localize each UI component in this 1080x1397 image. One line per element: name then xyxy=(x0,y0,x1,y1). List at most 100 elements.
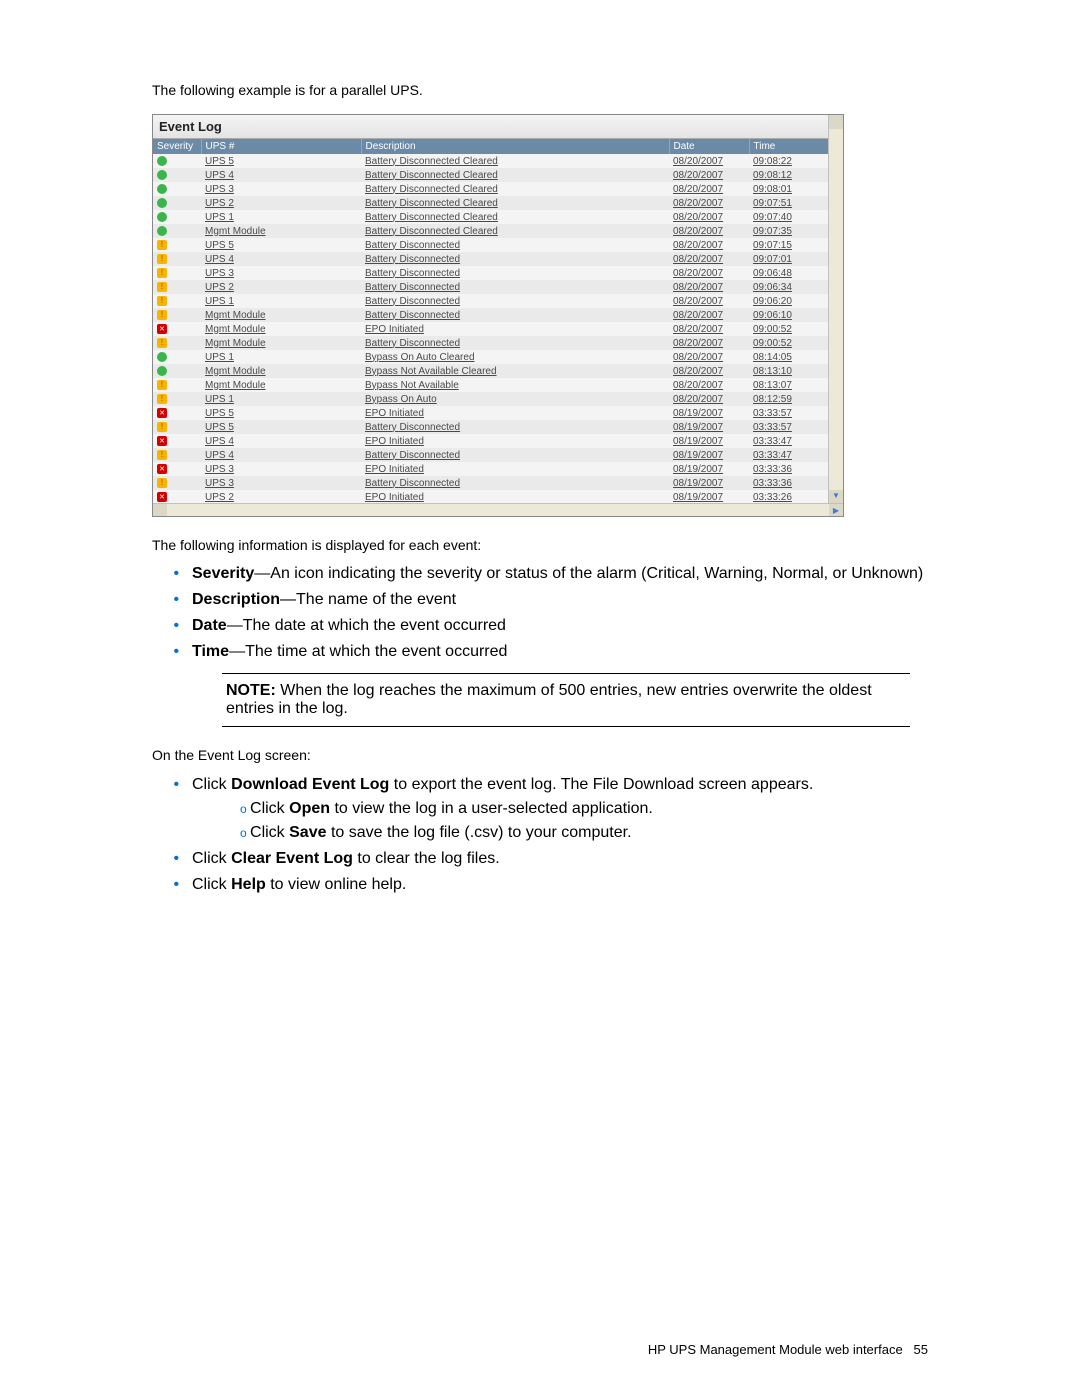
warning-icon xyxy=(157,268,167,278)
table-row[interactable]: UPS 4EPO Initiated08/19/200703:33:47 xyxy=(153,434,829,448)
normal-icon xyxy=(157,226,167,236)
table-row[interactable]: UPS 3Battery Disconnected Cleared08/20/2… xyxy=(153,182,829,196)
col-description[interactable]: Description xyxy=(361,139,669,154)
critical-icon xyxy=(157,324,167,334)
table-row[interactable]: Mgmt ModuleBattery Disconnected08/20/200… xyxy=(153,336,829,350)
desc-cell: Battery Disconnected Cleared xyxy=(361,196,669,210)
text: —An icon indicating the severity or stat… xyxy=(254,565,923,582)
time-cell: 08:12:59 xyxy=(749,392,829,406)
desc-cell: Battery Disconnected xyxy=(361,280,669,294)
intro-text: The following example is for a parallel … xyxy=(152,82,928,98)
table-row[interactable]: UPS 2EPO Initiated08/19/200703:33:26 xyxy=(153,490,829,504)
table-row[interactable]: UPS 3Battery Disconnected08/20/200709:06… xyxy=(153,266,829,280)
table-row[interactable]: UPS 4Battery Disconnected08/20/200709:07… xyxy=(153,252,829,266)
ups-cell: UPS 3 xyxy=(201,462,361,476)
severity-cell xyxy=(153,168,201,182)
normal-icon xyxy=(157,366,167,376)
ups-cell: UPS 5 xyxy=(201,154,361,168)
time-cell: 09:00:52 xyxy=(749,336,829,350)
normal-icon xyxy=(157,212,167,222)
table-row[interactable]: UPS 5Battery Disconnected08/20/200709:07… xyxy=(153,238,829,252)
scroll-down-icon[interactable] xyxy=(829,490,843,504)
ups-cell: UPS 2 xyxy=(201,280,361,294)
text: Click xyxy=(250,824,289,841)
table-row[interactable]: UPS 1Bypass On Auto08/20/200708:12:59 xyxy=(153,392,829,406)
table-row[interactable]: UPS 5Battery Disconnected08/19/200703:33… xyxy=(153,420,829,434)
date-cell: 08/20/2007 xyxy=(669,210,749,224)
normal-icon xyxy=(157,170,167,180)
severity-cell xyxy=(153,476,201,490)
date-cell: 08/20/2007 xyxy=(669,294,749,308)
vertical-scrollbar[interactable] xyxy=(828,115,843,504)
scroll-up-icon[interactable] xyxy=(829,115,843,129)
time-cell: 03:33:36 xyxy=(749,462,829,476)
table-row[interactable]: UPS 5Battery Disconnected Cleared08/20/2… xyxy=(153,154,829,168)
page-footer: HP UPS Management Module web interface 5… xyxy=(648,1342,928,1357)
table-row[interactable]: Mgmt ModuleBypass Not Available Cleared0… xyxy=(153,364,829,378)
col-ups[interactable]: UPS # xyxy=(201,139,361,154)
normal-icon xyxy=(157,184,167,194)
desc-cell: Battery Disconnected xyxy=(361,448,669,462)
col-severity[interactable]: Severity xyxy=(153,139,201,154)
severity-cell xyxy=(153,378,201,392)
note-box: NOTE: When the log reaches the maximum o… xyxy=(222,673,910,727)
severity-cell xyxy=(153,154,201,168)
table-row[interactable]: UPS 4Battery Disconnected Cleared08/20/2… xyxy=(153,168,829,182)
bold-term: Clear Event Log xyxy=(231,850,353,867)
text: Click xyxy=(192,850,231,867)
horizontal-scrollbar[interactable] xyxy=(153,503,843,516)
scroll-left-icon[interactable] xyxy=(153,504,167,516)
table-row[interactable]: UPS 2Battery Disconnected Cleared08/20/2… xyxy=(153,196,829,210)
time-cell: 09:06:10 xyxy=(749,308,829,322)
ups-cell: UPS 5 xyxy=(201,406,361,420)
ups-cell: UPS 5 xyxy=(201,420,361,434)
table-row[interactable]: UPS 3Battery Disconnected08/19/200703:33… xyxy=(153,476,829,490)
table-row[interactable]: Mgmt ModuleBattery Disconnected Cleared0… xyxy=(153,224,829,238)
table-row[interactable]: Mgmt ModuleBattery Disconnected08/20/200… xyxy=(153,308,829,322)
list-item: Click Help to view online help. xyxy=(188,876,928,894)
ups-cell: UPS 2 xyxy=(201,196,361,210)
col-date[interactable]: Date xyxy=(669,139,749,154)
ups-cell: UPS 3 xyxy=(201,182,361,196)
date-cell: 08/20/2007 xyxy=(669,392,749,406)
desc-cell: Battery Disconnected xyxy=(361,336,669,350)
table-row[interactable]: UPS 1Bypass On Auto Cleared08/20/200708:… xyxy=(153,350,829,364)
severity-cell xyxy=(153,308,201,322)
desc-cell: EPO Initiated xyxy=(361,406,669,420)
note-text: When the log reaches the maximum of 500 … xyxy=(226,682,872,717)
date-cell: 08/20/2007 xyxy=(669,196,749,210)
severity-cell xyxy=(153,462,201,476)
date-cell: 08/19/2007 xyxy=(669,420,749,434)
severity-cell xyxy=(153,490,201,504)
text: Click xyxy=(192,776,231,793)
table-row[interactable]: Mgmt ModuleBypass Not Available08/20/200… xyxy=(153,378,829,392)
date-cell: 08/20/2007 xyxy=(669,350,749,364)
table-row[interactable]: Mgmt ModuleEPO Initiated08/20/200709:00:… xyxy=(153,322,829,336)
time-cell: 09:07:15 xyxy=(749,238,829,252)
text: Click xyxy=(250,800,289,817)
time-cell: 08:13:10 xyxy=(749,364,829,378)
desc-cell: Battery Disconnected xyxy=(361,308,669,322)
list-item: Click Clear Event Log to clear the log f… xyxy=(188,850,928,868)
table-row[interactable]: UPS 2Battery Disconnected08/20/200709:06… xyxy=(153,280,829,294)
time-cell: 03:33:47 xyxy=(749,434,829,448)
col-time[interactable]: Time xyxy=(749,139,829,154)
bold-term: Time xyxy=(192,643,229,660)
table-row[interactable]: UPS 4Battery Disconnected08/19/200703:33… xyxy=(153,448,829,462)
normal-icon xyxy=(157,352,167,362)
table-row[interactable]: UPS 1Battery Disconnected Cleared08/20/2… xyxy=(153,210,829,224)
ups-cell: UPS 1 xyxy=(201,350,361,364)
ups-cell: UPS 3 xyxy=(201,266,361,280)
bold-term: Description xyxy=(192,591,280,608)
desc-cell: Battery Disconnected xyxy=(361,238,669,252)
ups-cell: UPS 4 xyxy=(201,448,361,462)
ups-cell: Mgmt Module xyxy=(201,224,361,238)
bold-term: Date xyxy=(192,617,227,634)
footer-text: HP UPS Management Module web interface xyxy=(648,1342,903,1357)
critical-icon xyxy=(157,492,167,502)
table-row[interactable]: UPS 5EPO Initiated08/19/200703:33:57 xyxy=(153,406,829,420)
scroll-right-icon[interactable] xyxy=(829,504,843,516)
table-row[interactable]: UPS 1Battery Disconnected08/20/200709:06… xyxy=(153,294,829,308)
table-row[interactable]: UPS 3EPO Initiated08/19/200703:33:36 xyxy=(153,462,829,476)
critical-icon xyxy=(157,464,167,474)
